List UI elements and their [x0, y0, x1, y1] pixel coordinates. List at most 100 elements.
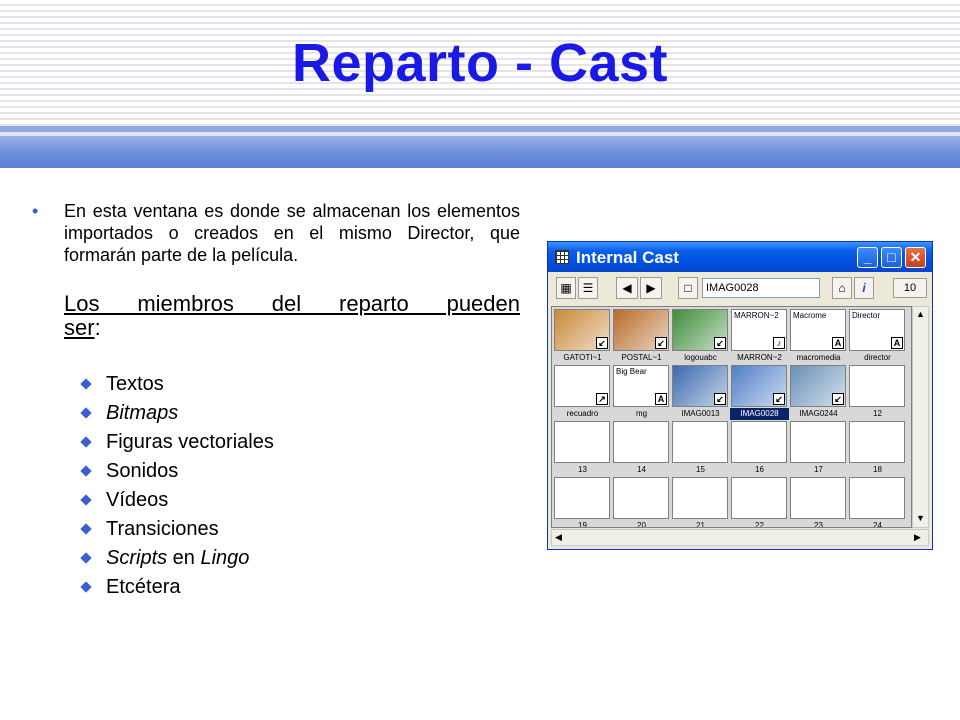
list-item-bitmaps: Bitmaps: [78, 399, 520, 428]
cast-view-grid-icon[interactable]: ▦: [556, 277, 576, 299]
cast-member-thumbnail: Big Bear A: [613, 365, 669, 407]
cast-member-cell[interactable]: ↙ IMAG0028: [730, 364, 789, 422]
cast-member-cell[interactable]: ↗ recuadro: [553, 364, 612, 422]
member-number-field[interactable]: 10: [893, 278, 927, 298]
cast-member-label: GATOTI~1: [563, 353, 602, 362]
scroll-right-icon[interactable]: ▶: [914, 532, 921, 543]
member-type-icon: A: [655, 393, 667, 405]
scroll-up-icon[interactable]: ▲: [916, 309, 925, 319]
cast-member-thumbnail: [672, 421, 728, 463]
cast-member-label: IMAG0013: [681, 409, 720, 418]
cast-member-cell[interactable]: ↙ IMAG0244: [789, 364, 848, 422]
cast-member-thumbnail: MARRON~2 ♪: [731, 309, 787, 351]
diamond-bullet-icon: [80, 465, 92, 477]
cast-member-thumbnail: ↙: [672, 365, 728, 407]
next-member-button[interactable]: ▶: [640, 277, 662, 299]
cast-member-label: director: [864, 353, 891, 362]
item-label: Textos: [106, 373, 164, 395]
cast-member-cell[interactable]: MARRON~2 ♪ MARRON~2: [730, 308, 789, 366]
cast-member-thumbnail: [790, 421, 846, 463]
thumbnail-text: Macrome: [793, 311, 827, 320]
cast-member-cell[interactable]: 22: [730, 476, 789, 528]
cast-member-label: 16: [755, 465, 764, 474]
member-type-icon: A: [891, 337, 903, 349]
cast-member-cell[interactable]: ↙ GATOTI~1: [553, 308, 612, 366]
cast-member-thumbnail: ↙: [790, 365, 846, 407]
cast-member-cell[interactable]: ↙ logouabc: [671, 308, 730, 366]
cast-window-icon: [555, 250, 569, 264]
cast-member-thumbnail: [554, 477, 610, 519]
member-info-button[interactable]: i: [854, 277, 874, 299]
bullet-dot-icon: •: [32, 201, 39, 221]
diamond-bullet-icon: [80, 407, 92, 419]
scroll-down-icon[interactable]: ▼: [916, 513, 925, 523]
cast-member-thumbnail: [672, 477, 728, 519]
horizontal-scrollbar[interactable]: ◀ ▶: [551, 529, 929, 546]
cast-member-cell[interactable]: ↙ POSTAL~1: [612, 308, 671, 366]
header-band: [0, 136, 960, 168]
vertical-scrollbar[interactable]: ▲ ▼: [912, 306, 929, 528]
thumbnail-text: Director: [852, 311, 881, 320]
subheading: Los miembros del reparto pueden: [30, 292, 520, 316]
cast-member-thumbnail: [731, 421, 787, 463]
diamond-bullet-icon: [80, 378, 92, 390]
maximize-button[interactable]: □: [881, 247, 902, 268]
member-type-icon: ↙: [655, 337, 667, 349]
item-label-lingo: Lingo: [200, 547, 250, 569]
cast-member-label: IMAG0244: [799, 409, 838, 418]
item-label: Vídeos: [106, 489, 169, 511]
cast-member-grid: ↙ GATOTI~1 ↙ POSTAL~1 ↙ logouabc MARRON~2 ♪ MARR…: [551, 306, 912, 528]
thumbnail-text: MARRON~2: [734, 311, 779, 320]
cast-member-label: 14: [637, 465, 646, 474]
item-label-en: en: [167, 547, 201, 569]
cast-member-cell[interactable]: 14: [612, 420, 671, 478]
scroll-left-icon[interactable]: ◀: [555, 532, 562, 543]
script-icon[interactable]: ⌂: [832, 277, 852, 299]
cast-member-thumbnail: Director A: [849, 309, 905, 351]
cast-member-thumbnail: [849, 477, 905, 519]
cast-member-cell[interactable]: 17: [789, 420, 848, 478]
cast-member-cell[interactable]: 20: [612, 476, 671, 527]
cast-member-cell[interactable]: 21: [671, 476, 730, 527]
member-type-icon: ↙: [832, 393, 844, 405]
cast-toolbar: ▦ ☰ ◀ ▶ □ IMAG0028 ⌂ i 10: [550, 275, 930, 303]
cast-member-label: 19: [578, 521, 587, 528]
member-name-field[interactable]: IMAG0028: [702, 278, 820, 298]
cast-member-cell[interactable]: Big Bear Amg: [612, 364, 671, 422]
subheading-line1: Los miembros del reparto pueden: [64, 291, 520, 316]
thumbnail-text: Big Bear: [616, 367, 647, 376]
window-titlebar[interactable]: Internal Cast _ □ ✕: [548, 242, 932, 272]
previous-member-button[interactable]: ◀: [616, 277, 638, 299]
cast-view-list-icon[interactable]: ☰: [578, 277, 598, 299]
cast-member-cell[interactable]: 18: [848, 420, 907, 478]
cast-member-cell[interactable]: 12: [848, 364, 907, 422]
diamond-bullet-icon: [80, 523, 92, 535]
cast-member-cell[interactable]: 23: [789, 476, 848, 527]
list-item-etcetera: Etcétera: [78, 573, 520, 602]
cast-member-thumbnail: [849, 365, 905, 407]
cast-member-label: 15: [696, 465, 705, 474]
cast-member-cell[interactable]: 15: [671, 420, 730, 478]
cast-member-cell[interactable]: 24: [848, 476, 907, 527]
cast-member-cell[interactable]: 19: [553, 476, 612, 528]
drag-member-icon[interactable]: □: [678, 277, 698, 299]
member-type-icon: A: [832, 337, 844, 349]
cast-member-thumbnail: ↙: [613, 309, 669, 351]
close-button[interactable]: ✕: [905, 247, 926, 268]
cast-member-label: 22: [755, 521, 764, 528]
intro-paragraph: • En esta ventana es donde se almacenan …: [30, 200, 520, 266]
cast-member-cell[interactable]: 16: [730, 420, 789, 478]
cast-member-thumbnail: [731, 477, 787, 519]
cast-member-cell[interactable]: Director Adirector: [848, 308, 907, 366]
cast-member-thumbnail: [613, 421, 669, 463]
member-type-icon: ↙: [773, 393, 785, 405]
cast-member-cell[interactable]: ↙ IMAG0013: [671, 364, 730, 422]
diamond-bullet-icon: [80, 494, 92, 506]
cast-member-cell[interactable]: Macrome Amacromedia: [789, 308, 848, 366]
list-item-sonidos: Sonidos: [78, 457, 520, 486]
cast-member-thumbnail: [613, 477, 669, 519]
cast-member-cell[interactable]: 13: [553, 420, 612, 478]
member-type-icon: ↙: [596, 337, 608, 349]
minimize-button[interactable]: _: [857, 247, 878, 268]
item-label: Figuras vectoriales: [106, 431, 274, 453]
